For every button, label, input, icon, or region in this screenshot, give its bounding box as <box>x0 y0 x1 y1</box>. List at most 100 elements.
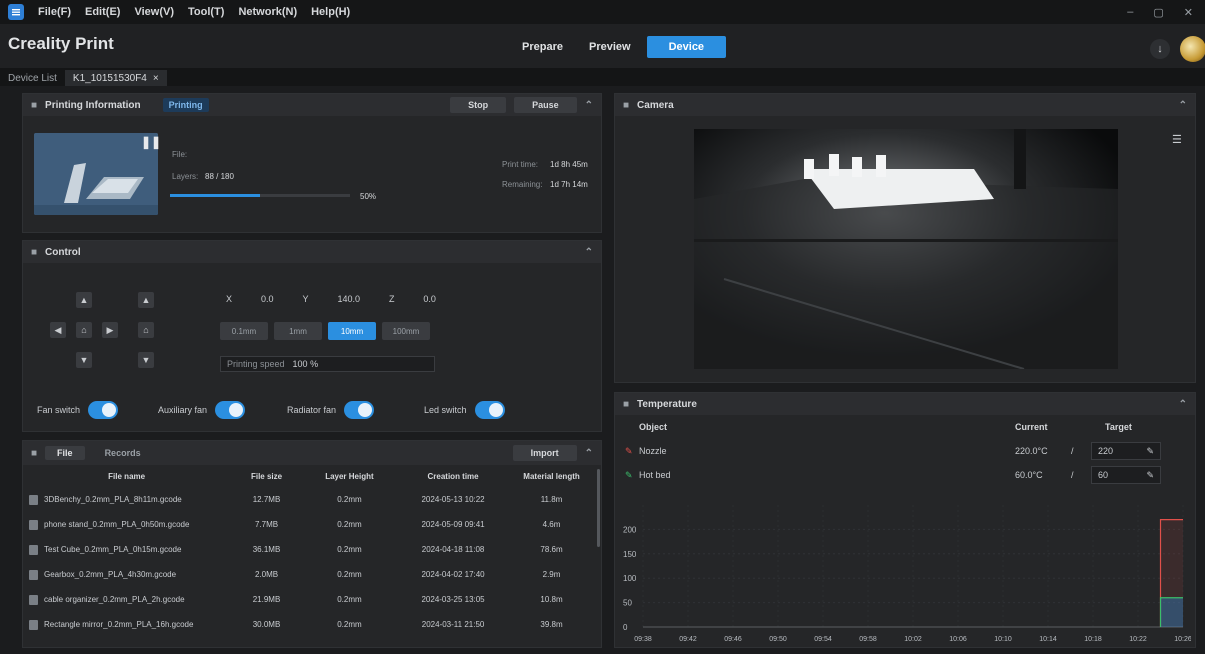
tab-preview[interactable]: Preview <box>579 37 641 57</box>
app-logo-icon <box>8 4 24 20</box>
tab-file[interactable]: File <box>45 446 85 460</box>
file-size-cell: 30.0MB <box>252 620 281 629</box>
table-scrollbar[interactable] <box>597 469 600 547</box>
home-z-icon[interactable]: ⌂ <box>138 322 154 338</box>
menu-file[interactable]: File(F) <box>38 6 71 18</box>
table-row[interactable]: Rectangle mirror_0.2mm_PLA_16h.gcode 30.… <box>23 612 593 637</box>
x-value[interactable]: 0.0 <box>261 294 274 304</box>
col-file-name: File name <box>108 471 146 481</box>
camera-menu-icon[interactable]: ☰ <box>1172 133 1182 146</box>
led-switch[interactable] <box>474 401 505 419</box>
tab-prepare[interactable]: Prepare <box>512 37 573 57</box>
menu-network[interactable]: Network(N) <box>238 6 297 18</box>
fan-switch-toggle[interactable]: Fan switch <box>37 401 119 419</box>
collapse-icon[interactable]: ⌃ <box>585 100 593 111</box>
close-icon[interactable]: ✕ <box>1184 6 1193 19</box>
tab-printer[interactable]: K1_10151530F4 × <box>64 70 167 86</box>
table-row[interactable]: Gearbox_0.2mm_PLA_4h30m.gcode 2.0MB 0.2m… <box>23 562 593 587</box>
control-header: ■ Control ⌃ <box>23 241 601 263</box>
download-icon[interactable]: ↓ <box>1150 39 1170 59</box>
layers-value: 88 / 180 <box>205 172 234 181</box>
home-xy-icon[interactable]: ⌂ <box>76 322 92 338</box>
table-header-row: File name File size Layer Height Creatio… <box>23 465 593 487</box>
menu-help[interactable]: Help(H) <box>311 6 350 18</box>
edit-icon[interactable]: ✎ <box>1146 470 1154 481</box>
tab-device[interactable]: Device <box>646 36 727 58</box>
avatar[interactable] <box>1180 36 1205 62</box>
file-icon <box>29 544 38 555</box>
pause-icon[interactable]: ❚❚ <box>141 135 161 149</box>
radiator-fan-toggle[interactable]: Radiator fan <box>287 401 375 419</box>
led-switch-toggle[interactable]: Led switch <box>424 401 505 419</box>
tab-close-icon[interactable]: × <box>153 73 159 84</box>
bed-current: 60.0°C <box>1015 470 1043 480</box>
model-thumbnail <box>34 133 158 215</box>
step-0-1mm[interactable]: 0.1mm <box>220 322 268 340</box>
y-tick-label: 200 <box>623 525 637 534</box>
jog-y-minus-button[interactable]: ▼ <box>76 352 92 368</box>
printing-speed-field[interactable]: Printing speed 100 % <box>220 356 435 372</box>
z-value[interactable]: 0.0 <box>423 294 436 304</box>
x-tick-label: 10:06 <box>949 636 967 643</box>
material-length-cell: 39.8m <box>540 620 563 629</box>
y-tick-label: 50 <box>623 599 632 608</box>
creation-time-cell: 2024-04-02 17:40 <box>421 570 485 579</box>
jog-z-down-button[interactable]: ▼ <box>138 352 154 368</box>
jog-y-plus-button[interactable]: ▲ <box>76 292 92 308</box>
table-row[interactable]: Test Cube_0.2mm_PLA_0h15m.gcode 36.1MB 0… <box>23 537 593 562</box>
fan-switch[interactable] <box>88 401 119 419</box>
step-100mm[interactable]: 100mm <box>382 322 430 340</box>
x-tick-label: 09:50 <box>769 636 787 643</box>
collapse-icon[interactable]: ⌃ <box>585 247 593 258</box>
creation-time-cell: 2024-03-11 21:50 <box>421 620 485 629</box>
minimize-icon[interactable]: – <box>1127 6 1133 19</box>
bed-row: ✎ Hot bed 60.0°C / 60 ✎ <box>615 463 1195 487</box>
import-button[interactable]: Import <box>512 445 577 461</box>
jog-x-minus-button[interactable]: ◀ <box>50 322 66 338</box>
printing-speed-value[interactable]: 100 % <box>293 359 319 369</box>
step-1mm[interactable]: 1mm <box>274 322 322 340</box>
collapse-icon[interactable]: ⌃ <box>585 448 593 459</box>
radiator-fan-switch[interactable] <box>344 401 375 419</box>
nozzle-row: ✎ Nozzle 220.0°C / 220 ✎ <box>615 439 1195 463</box>
file-size-cell: 7.7MB <box>254 520 279 529</box>
aux-fan-switch[interactable] <box>215 401 246 419</box>
pause-button[interactable]: Pause <box>514 97 577 113</box>
collapse-icon[interactable]: ⌃ <box>1179 100 1187 111</box>
edit-icon[interactable]: ✎ <box>1146 446 1154 457</box>
menu-tool[interactable]: Tool(T) <box>188 6 224 18</box>
aux-fan-toggle[interactable]: Auxiliary fan <box>158 401 246 419</box>
table-row[interactable]: 3DBenchy_0.2mm_PLA_8h11m.gcode 12.7MB 0.… <box>23 487 593 512</box>
creation-time-cell: 2024-05-13 10:22 <box>421 495 485 504</box>
step-10mm[interactable]: 10mm <box>328 322 376 340</box>
x-tick-label: 09:46 <box>724 636 742 643</box>
bed-target-input[interactable]: 60 ✎ <box>1091 466 1161 484</box>
x-tick-label: 10:22 <box>1129 636 1147 643</box>
menu-edit[interactable]: Edit(E) <box>85 6 120 18</box>
material-length-cell: 4.6m <box>542 520 561 529</box>
file-name-cell: cable organizer_0.2mm_PLA_2h.gcode <box>23 587 230 612</box>
maximize-icon[interactable]: ▢ <box>1153 6 1163 19</box>
col-layer-height: Layer Height <box>325 471 374 481</box>
stop-button[interactable]: Stop <box>450 97 507 113</box>
y-value[interactable]: 140.0 <box>337 294 360 304</box>
table-row[interactable]: phone stand_0.2mm_PLA_0h50m.gcode 7.7MB … <box>23 512 593 537</box>
bed-color-icon: ✎ <box>625 469 633 480</box>
nozzle-target-input[interactable]: 220 ✎ <box>1091 442 1161 460</box>
file-name-cell: Test Cube_0.2mm_PLA_0h15m.gcode <box>23 537 230 562</box>
camera-icon: ■ <box>623 99 630 111</box>
table-row[interactable]: cable organizer_0.2mm_PLA_2h.gcode 21.9M… <box>23 587 593 612</box>
file-name: Test Cube_0.2mm_PLA_0h15m.gcode <box>44 544 182 554</box>
jog-z-up-button[interactable]: ▲ <box>138 292 154 308</box>
printing-speed-label: Printing speed <box>227 359 285 369</box>
tab-records[interactable]: Records <box>93 446 153 460</box>
menu-view[interactable]: View(V) <box>134 6 174 18</box>
collapse-icon[interactable]: ⌃ <box>1179 399 1187 410</box>
led-switch-label: Led switch <box>424 405 467 415</box>
jog-x-plus-button[interactable]: ▶ <box>102 322 118 338</box>
file-table: File name File size Layer Height Creatio… <box>23 465 593 637</box>
file-name-cell: Gearbox_0.2mm_PLA_4h30m.gcode <box>23 562 230 587</box>
tab-device-list[interactable]: Device List <box>0 70 65 86</box>
sd-card-icon: ■ <box>31 447 38 459</box>
col-material-length: Material length <box>523 471 580 481</box>
